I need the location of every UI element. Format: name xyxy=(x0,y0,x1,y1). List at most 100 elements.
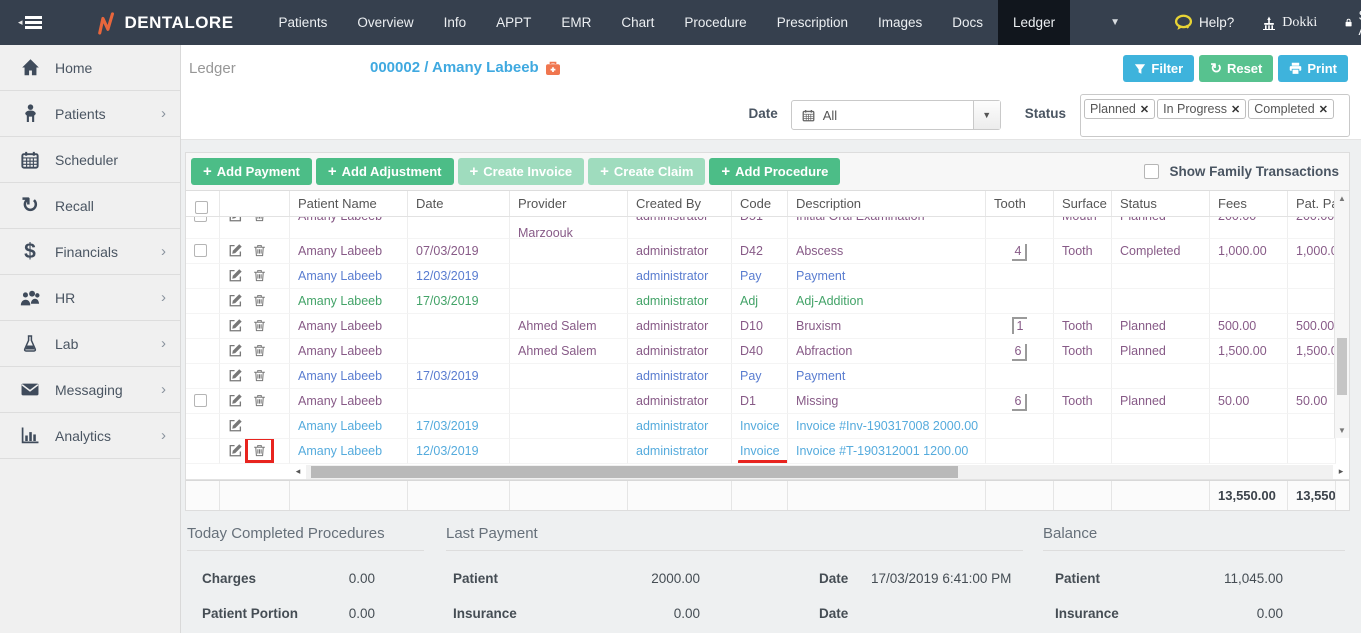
sidebar-item-scheduler[interactable]: Scheduler xyxy=(0,137,180,183)
summary-label: Patient xyxy=(1055,571,1101,586)
vertical-scroll-track[interactable] xyxy=(1335,206,1349,423)
delete-row-icon[interactable] xyxy=(252,343,267,358)
delete-row-icon[interactable] xyxy=(252,293,267,308)
reset-button[interactable]: ↻ Reset xyxy=(1199,55,1274,82)
scroll-right-icon[interactable]: ▸ xyxy=(1333,466,1349,477)
sidebar-item-recall[interactable]: ↻ Recall xyxy=(0,183,180,229)
brand-logo[interactable]: DENTALORE xyxy=(97,11,234,35)
status-chip-completed[interactable]: Completed ✕ xyxy=(1248,99,1334,119)
edit-row-icon[interactable] xyxy=(228,268,243,283)
horizontal-scrollbar[interactable]: ◂ ▸ xyxy=(186,464,1349,480)
sidebar-item-financials[interactable]: $ Financials › xyxy=(0,229,180,275)
nav-item-emr[interactable]: EMR xyxy=(546,0,606,45)
sidebar-item-label: Analytics xyxy=(55,427,112,444)
select-all-checkbox[interactable] xyxy=(195,200,208,214)
create-claim-button[interactable]: + Create Claim xyxy=(588,158,706,185)
nav-item-info[interactable]: Info xyxy=(429,0,482,45)
horizontal-scroll-thumb[interactable] xyxy=(311,465,958,478)
edit-row-icon[interactable] xyxy=(228,293,243,308)
nav-item-overview[interactable]: Overview xyxy=(342,0,428,45)
created-by-cell: administrator xyxy=(636,394,709,408)
chevron-right-icon: › xyxy=(161,243,166,260)
scroll-left-icon[interactable]: ◂ xyxy=(290,466,306,477)
nav-item-appt[interactable]: APPT xyxy=(481,0,546,45)
print-button[interactable]: Print xyxy=(1278,55,1348,82)
vertical-scrollbar[interactable]: ▲ ▼ xyxy=(1334,191,1349,438)
horizontal-scroll-track[interactable] xyxy=(306,464,1333,479)
fees-cell: 500.00 xyxy=(1218,319,1257,333)
totals-cell xyxy=(788,481,986,510)
fees-cell: 50.00 xyxy=(1218,394,1250,408)
patient-link[interactable]: 000002 / Amany Labeeb xyxy=(370,59,561,76)
nav-item-prescription[interactable]: Prescription xyxy=(762,0,863,45)
delete-row-icon[interactable] xyxy=(252,268,267,283)
edit-row-icon[interactable] xyxy=(228,318,243,333)
edit-row-icon[interactable] xyxy=(228,217,243,223)
chip-remove-icon[interactable]: ✕ xyxy=(1231,103,1240,116)
delete-row-icon[interactable] xyxy=(252,368,267,383)
chip-remove-icon[interactable]: ✕ xyxy=(1319,103,1328,116)
sidebar-item-analytics[interactable]: Analytics › xyxy=(0,413,180,459)
sidebar-item-patients[interactable]: Patients › xyxy=(0,91,180,137)
delete-row-icon[interactable] xyxy=(252,318,267,333)
last-payment-title: Last Payment xyxy=(446,525,1023,551)
edit-row-icon[interactable] xyxy=(228,418,243,433)
user-menu[interactable]: System Administrator ▼ xyxy=(1345,8,1361,38)
nav-item-procedure[interactable]: Procedure xyxy=(669,0,761,45)
chevron-right-icon: › xyxy=(161,289,166,306)
date-dropdown-arrow-icon[interactable]: ▼ xyxy=(972,101,1000,129)
status-chip-planned[interactable]: Planned ✕ xyxy=(1084,99,1156,119)
scroll-up-icon[interactable]: ▲ xyxy=(1335,191,1349,206)
row-checkbox[interactable] xyxy=(194,217,207,222)
vertical-scroll-thumb[interactable] xyxy=(1337,338,1347,396)
edit-row-icon[interactable] xyxy=(228,393,243,408)
scroll-down-icon[interactable]: ▼ xyxy=(1335,423,1349,438)
status-chip-in-progress[interactable]: In Progress ✕ xyxy=(1157,99,1247,119)
clinic-selector[interactable]: Dokki xyxy=(1262,15,1317,31)
nav-item-docs[interactable]: Docs xyxy=(937,0,998,45)
edit-row-icon[interactable] xyxy=(228,343,243,358)
plus-icon: + xyxy=(469,163,479,180)
delete-row-icon[interactable] xyxy=(252,217,267,223)
print-button-label: Print xyxy=(1307,61,1337,76)
nav-item-patients[interactable]: Patients xyxy=(264,0,343,45)
column-header-provider: Provider xyxy=(510,191,628,216)
add-adjustment-button[interactable]: + Add Adjustment xyxy=(315,158,454,185)
help-button[interactable]: Help? xyxy=(1174,14,1234,31)
envelope-icon xyxy=(17,383,43,396)
row-checkbox[interactable] xyxy=(194,243,207,257)
add-payment-button[interactable]: + Add Payment xyxy=(191,158,312,185)
sidebar-item-home[interactable]: Home xyxy=(0,45,180,91)
column-header-code: Code xyxy=(732,191,788,216)
nav-item-chart[interactable]: Chart xyxy=(606,0,669,45)
description-cell: Invoice #Inv-190317008 2000.00 xyxy=(796,419,979,433)
surface-cell: Tooth xyxy=(1062,394,1093,408)
nav-item-images[interactable]: Images xyxy=(863,0,937,45)
chip-remove-icon[interactable]: ✕ xyxy=(1140,103,1149,116)
totals-cell xyxy=(732,481,788,510)
sidebar-item-hr[interactable]: HR › xyxy=(0,275,180,321)
hamburger-menu-icon[interactable]: ◂ xyxy=(18,14,42,32)
date-filter-dropdown[interactable]: All ▼ xyxy=(790,100,1001,130)
created-by-cell: administrator xyxy=(636,344,709,358)
delete-row-icon[interactable] xyxy=(252,243,267,258)
family-transactions-checkbox[interactable] xyxy=(1144,164,1160,179)
sidebar-item-lab[interactable]: Lab › xyxy=(0,321,180,367)
edit-row-icon[interactable] xyxy=(228,443,243,458)
delete-row-icon[interactable] xyxy=(245,439,274,463)
edit-row-icon[interactable] xyxy=(228,243,243,258)
show-family-transactions-toggle[interactable]: Show Family Transactions xyxy=(1144,164,1339,179)
sidebar-item-messaging[interactable]: Messaging › xyxy=(0,367,180,413)
delete-row-icon[interactable] xyxy=(252,393,267,408)
status-cell: Completed xyxy=(1120,244,1181,258)
row-checkbox[interactable] xyxy=(194,393,207,407)
nav-item-ledger[interactable]: Ledger xyxy=(998,0,1071,45)
filter-button[interactable]: Filter xyxy=(1123,55,1195,82)
edit-row-icon[interactable] xyxy=(228,368,243,383)
chevron-right-icon: › xyxy=(161,105,166,122)
create-invoice-button[interactable]: + Create Invoice xyxy=(457,158,585,185)
column-header-surface: Surface xyxy=(1054,191,1112,216)
add-procedure-button[interactable]: + Add Procedure xyxy=(709,158,841,185)
more-menu-caret-icon[interactable]: ▼ xyxy=(1070,0,1146,45)
status-filter-box[interactable]: Planned ✕ In Progress ✕ Completed ✕ xyxy=(1080,94,1350,137)
